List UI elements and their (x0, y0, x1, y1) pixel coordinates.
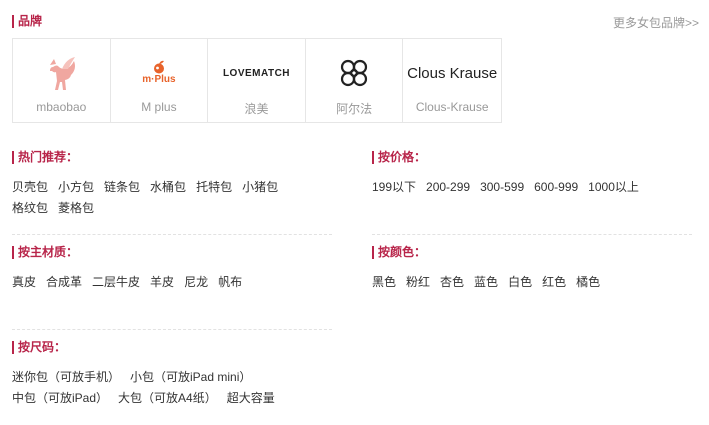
hot-link[interactable]: 链条包 (104, 180, 140, 194)
price-link[interactable]: 600-999 (534, 180, 578, 194)
price-links: 199以下 200-299 300-599 600-999 1000以上 (372, 177, 702, 198)
brand-section-title: 品牌 (12, 15, 42, 28)
hot-link[interactable]: 小猪包 (242, 180, 278, 194)
knot-pattern-logo-icon (306, 53, 403, 93)
mplus-logo-text: m·Plus (142, 74, 176, 85)
lovematch-logo-text: LOVEMATCH (222, 67, 291, 79)
size-link[interactable]: 迷你包（可放手机） (12, 370, 120, 384)
size-link[interactable]: 中包（可放iPad） (12, 391, 108, 405)
hot-link[interactable]: 贝壳包 (12, 180, 48, 194)
hot-link[interactable]: 小方包 (58, 180, 94, 194)
brand-name: 浪美 (244, 102, 269, 116)
brand-card-alpha[interactable]: 阿尔法 (306, 39, 404, 122)
more-brands-link[interactable]: 更多女包品牌>> (613, 14, 699, 31)
color-link[interactable]: 红色 (542, 275, 566, 289)
brand-name: mbaobao (36, 100, 87, 114)
color-link[interactable]: 黑色 (372, 275, 396, 289)
brand-card-mbaobao[interactable]: mbaobao (13, 39, 111, 122)
brand-name: Clous-Krause (415, 100, 489, 114)
material-link[interactable]: 帆布 (218, 275, 242, 289)
pink-pegasus-logo-icon (13, 53, 110, 93)
brand-grid: mbaobao m·Plus M plus LOVEMATCH 浪美 阿尔法 C… (12, 38, 502, 123)
color-link[interactable]: 橘色 (576, 275, 600, 289)
brand-card-lovematch[interactable]: LOVEMATCH 浪美 (208, 39, 306, 122)
material-link[interactable]: 二层牛皮 (92, 275, 140, 289)
material-links: 真皮 合成革 二层牛皮 羊皮 尼龙 帆布 (12, 272, 332, 293)
size-link[interactable]: 超大容量 (227, 391, 275, 405)
color-link[interactable]: 蓝色 (474, 275, 498, 289)
material-link[interactable]: 尼龙 (184, 275, 208, 289)
price-title: 按价格： (372, 151, 426, 164)
material-link[interactable]: 羊皮 (150, 275, 174, 289)
clous-krause-logo-text: Clous Krause (407, 64, 498, 82)
brand-card-clous-krause[interactable]: Clous Krause Clous-Krause (403, 39, 501, 122)
size-link[interactable]: 大包（可放A4纸） (118, 391, 217, 405)
hot-link[interactable]: 菱格包 (58, 201, 94, 215)
size-link[interactable]: 小包（可放iPad mini） (130, 370, 251, 384)
price-link[interactable]: 199以下 (372, 180, 416, 194)
divider (372, 234, 692, 235)
hot-link[interactable]: 格纹包 (12, 201, 48, 215)
color-title: 按颜色： (372, 246, 426, 259)
lovematch-logo: LOVEMATCH (208, 53, 305, 93)
clous-krause-logo: Clous Krause (403, 53, 501, 93)
material-link[interactable]: 真皮 (12, 275, 36, 289)
hot-title: 热门推荐： (12, 151, 78, 164)
price-link[interactable]: 200-299 (426, 180, 470, 194)
brand-name: 阿尔法 (336, 102, 373, 116)
hot-links: 贝壳包 小方包 链条包 水桶包 托特包 小猪包格纹包 菱格包 (12, 177, 312, 219)
hot-link[interactable]: 托特包 (196, 180, 232, 194)
size-title: 按尺码： (12, 341, 66, 354)
hot-link[interactable]: 水桶包 (150, 180, 186, 194)
material-link[interactable]: 合成革 (46, 275, 82, 289)
color-link[interactable]: 白色 (508, 275, 532, 289)
color-links: 黑色 粉红 杏色 蓝色 白色 红色 橘色 (372, 272, 692, 293)
color-link[interactable]: 粉红 (406, 275, 430, 289)
mplus-logo: m·Plus (111, 53, 208, 93)
price-link[interactable]: 1000以上 (588, 180, 639, 194)
divider (12, 329, 332, 330)
material-title: 按主材质： (12, 246, 78, 259)
fruit-icon (153, 60, 164, 74)
size-links: 迷你包（可放手机） 小包（可放iPad mini） 中包（可放iPad） 大包（可放A… (12, 367, 292, 409)
color-link[interactable]: 杏色 (440, 275, 464, 289)
brand-card-mplus[interactable]: m·Plus M plus (111, 39, 209, 122)
brand-name: M plus (141, 100, 177, 114)
price-link[interactable]: 300-599 (480, 180, 524, 194)
divider (12, 234, 332, 235)
